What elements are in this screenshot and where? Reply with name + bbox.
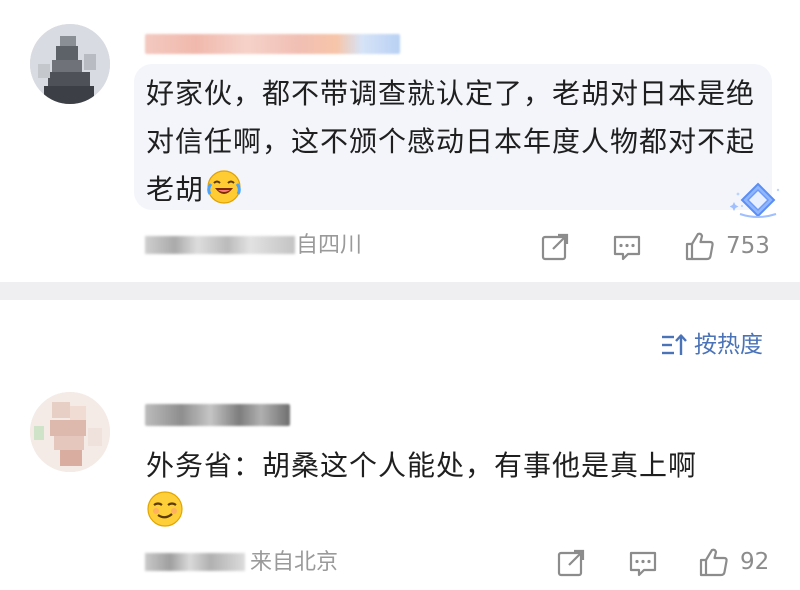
timestamp-redacted bbox=[145, 553, 245, 571]
location-text: 自四川 bbox=[296, 233, 363, 258]
comment-text: 好家伙，都不带调查就认定了，老胡对日本是绝对信任啊，这不颁个感动日本年度人物都对… bbox=[146, 70, 756, 214]
sort-icon bbox=[662, 334, 687, 355]
reply-comment-icon[interactable] bbox=[628, 548, 658, 578]
smirk-emoji-icon bbox=[147, 491, 183, 527]
avatar[interactable] bbox=[30, 24, 110, 104]
username-redacted[interactable] bbox=[145, 404, 290, 426]
share-icon[interactable] bbox=[556, 548, 586, 578]
top-comment-card: 好家伙，都不带调查就认定了，老胡对日本是绝对信任啊，这不颁个感动日本年度人物都对… bbox=[0, 0, 800, 282]
avatar[interactable] bbox=[30, 392, 110, 472]
sort-by-hotness-button[interactable]: 按热度 bbox=[660, 330, 763, 360]
reply-comment-icon[interactable] bbox=[612, 232, 642, 262]
sort-label: 按热度 bbox=[694, 332, 763, 358]
like-count: 92 bbox=[740, 549, 770, 575]
like-thumbs-up-icon[interactable] bbox=[684, 230, 716, 262]
like-count: 753 bbox=[726, 233, 770, 259]
timestamp-redacted bbox=[145, 236, 295, 254]
comment-text: 外务省：胡桑这个人能处，有事他是真上啊 bbox=[146, 449, 698, 482]
username-redacted[interactable] bbox=[145, 34, 400, 54]
like-thumbs-up-icon[interactable] bbox=[698, 546, 730, 578]
location-text: 来自北京 bbox=[250, 550, 339, 575]
section-divider bbox=[0, 282, 800, 300]
pixelated-avatar-image bbox=[30, 392, 110, 472]
diamond-badge-icon bbox=[730, 182, 780, 218]
pixelated-avatar-image bbox=[30, 24, 110, 104]
share-icon[interactable] bbox=[540, 232, 570, 262]
laughing-crying-emoji-icon bbox=[207, 170, 241, 204]
